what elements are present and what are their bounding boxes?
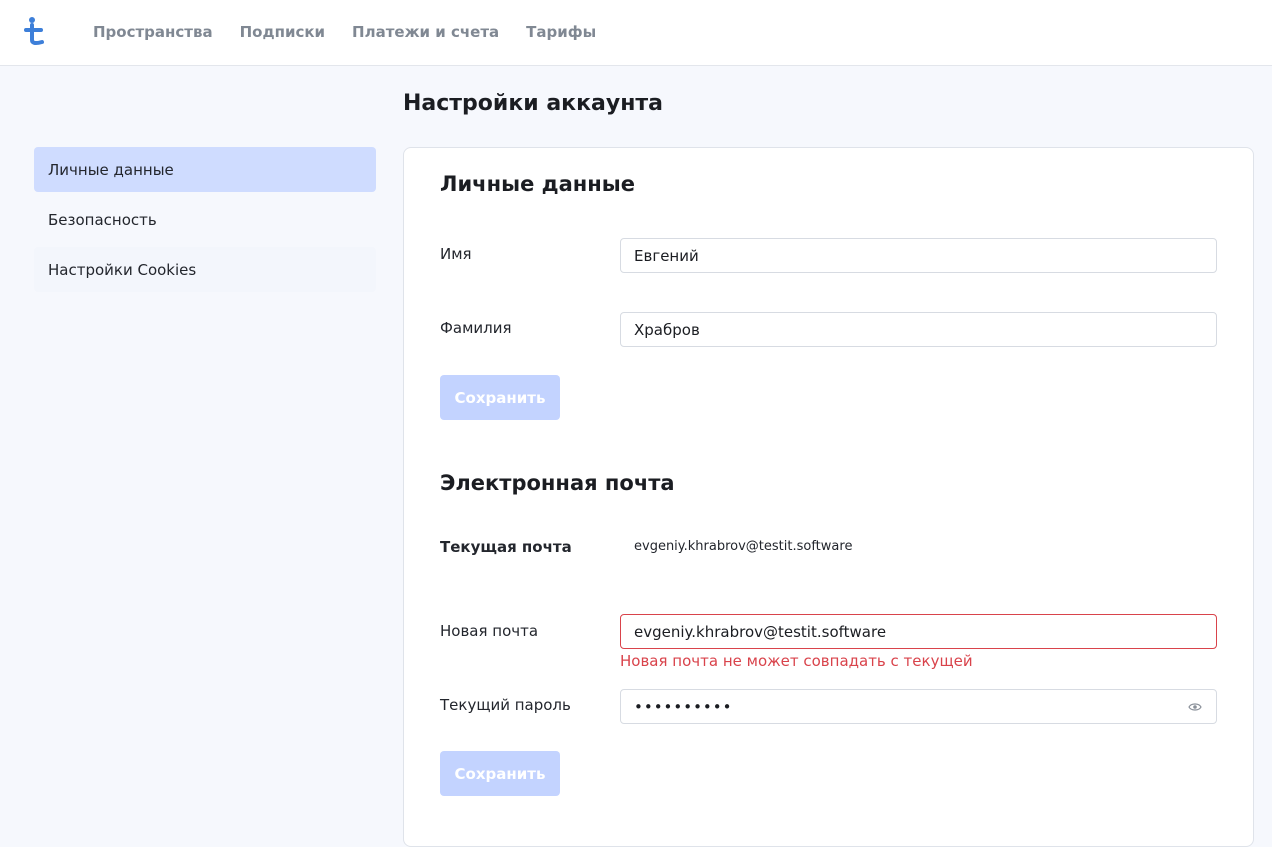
last-name-value: Храбров [634,320,700,339]
new-email-label: Новая почта [440,622,539,640]
page-title: Настройки аккаунта [403,91,664,116]
first-name-label: Имя [440,245,472,263]
new-email-error: Новая почта не может совпадать с текущей [620,652,973,670]
sidebar-item-security[interactable]: Безопасность [34,197,376,242]
last-name-label: Фамилия [440,319,512,337]
new-email-value: evgeniy.khrabrov@testit.software [634,622,887,641]
eye-icon[interactable] [1188,701,1202,713]
new-email-input[interactable]: evgeniy.khrabrov@testit.software [620,614,1217,649]
save-email-button[interactable]: Сохранить [440,751,560,796]
sidebar-item-personal[interactable]: Личные данные [34,147,376,192]
current-email-value: evgeniy.khrabrov@testit.software [634,539,853,554]
nav-spaces[interactable]: Пространства [93,23,213,41]
password-value: •••••••••• [634,697,733,716]
settings-card: Личные данные Имя Евгений Фамилия Храбро… [403,147,1254,847]
nav-payments[interactable]: Платежи и счета [352,23,499,41]
email-section-title: Электронная почта [440,471,675,495]
nav-tariffs[interactable]: Тарифы [526,23,596,41]
first-name-input[interactable]: Евгений [620,238,1217,273]
nav-subscriptions[interactable]: Подписки [240,23,325,41]
testit-logo-icon[interactable] [24,16,46,46]
top-navbar: Пространства Подписки Платежи и счета Та… [0,0,1272,66]
settings-sidebar: Личные данные Безопасность Настройки Coo… [34,147,376,297]
sidebar-item-cookies[interactable]: Настройки Cookies [34,247,376,292]
current-email-label: Текущая почта [440,538,572,556]
save-personal-button[interactable]: Сохранить [440,375,560,420]
last-name-input[interactable]: Храбров [620,312,1217,347]
first-name-value: Евгений [634,246,699,265]
main-nav: Пространства Подписки Платежи и счета Та… [93,0,623,64]
current-password-label: Текущий пароль [440,696,571,714]
current-password-input[interactable]: •••••••••• [620,689,1217,724]
personal-section-title: Личные данные [440,172,636,196]
